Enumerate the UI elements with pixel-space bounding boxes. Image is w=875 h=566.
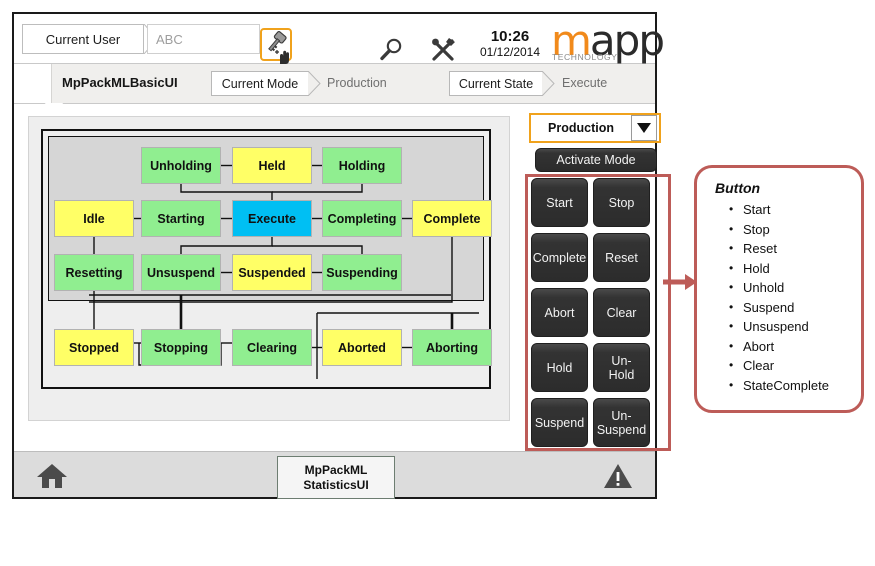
hmi-window: Current User ABC 10:26 01/12/2014 mapp T… — [12, 12, 671, 499]
callout-item: Abort — [729, 337, 829, 357]
state-box-aborting: Aborting — [412, 329, 492, 366]
command-button-start[interactable]: Start — [531, 178, 588, 227]
command-button-un-suspend[interactable]: Un- Suspend — [593, 398, 650, 447]
callout-item: StateComplete — [729, 376, 829, 396]
state-box-stopped: Stopped — [54, 329, 134, 366]
command-panel: Production Activate Mode Start Stop Comple… — [523, 106, 671, 451]
breadcrumb-tab-left — [14, 64, 52, 103]
callout-item: Unhold — [729, 278, 829, 298]
clock: 10:26 01/12/2014 — [472, 28, 548, 60]
clock-date: 01/12/2014 — [479, 45, 541, 59]
callout-item: Hold — [729, 259, 829, 279]
mppackml-statistics-button[interactable]: MpPackML StatisticsUI — [277, 456, 395, 499]
command-button-clear[interactable]: Clear — [593, 288, 650, 337]
breadcrumb-current-state-label[interactable]: Current State — [449, 71, 543, 96]
state-box-stopping: Stopping — [141, 329, 221, 366]
command-button-reset[interactable]: Reset — [593, 233, 650, 282]
state-box-suspending: Suspending — [322, 254, 402, 291]
chevron-down-icon[interactable] — [631, 115, 657, 141]
key-button[interactable] — [260, 28, 292, 64]
content-area: Unholding Held Holding Idle Starting Execute C… — [14, 104, 671, 455]
state-box-complete: Complete — [412, 200, 492, 237]
home-icon[interactable] — [36, 462, 68, 490]
mode-select-dropdown[interactable]: Production — [529, 113, 661, 143]
state-box-aborted: Aborted — [322, 329, 402, 366]
current-user-value[interactable]: ABC — [147, 24, 260, 54]
callout-title: Button — [715, 180, 761, 196]
callout-item: Start — [729, 200, 829, 220]
state-box-unholding: Unholding — [141, 147, 221, 184]
breadcrumb: MpPackMLBasicUI Current Mode Production … — [14, 64, 655, 114]
stats-button-line1: MpPackML — [304, 462, 368, 477]
callout-list: StartStopResetHoldUnholdSuspendUnsuspend… — [697, 200, 829, 395]
command-button-complete[interactable]: Complete — [531, 233, 588, 282]
breadcrumb-current-mode-value: Production — [327, 76, 387, 90]
mapp-logo: mapp TECHNOLOGY — [551, 20, 665, 64]
state-box-held: Held — [232, 147, 312, 184]
clock-time: 10:26 — [490, 28, 530, 45]
callout-item: Stop — [729, 220, 829, 240]
state-box-suspended: Suspended — [232, 254, 312, 291]
tools-icon[interactable] — [428, 36, 458, 64]
command-button-hold[interactable]: Hold — [531, 343, 588, 392]
state-box-holding: Holding — [322, 147, 402, 184]
state-box-unsuspend: Unsuspend — [141, 254, 221, 291]
breadcrumb-state-chevron-icon — [542, 71, 555, 96]
callout-item: Clear — [729, 356, 829, 376]
page-title: MpPackMLBasicUI — [62, 75, 178, 90]
current-user-label: Current User — [22, 24, 144, 54]
header-bar: Current User ABC 10:26 01/12/2014 mapp T… — [14, 14, 665, 64]
state-box-starting: Starting — [141, 200, 221, 237]
breadcrumb-current-state-value: Execute — [562, 76, 608, 90]
command-button-un-hold[interactable]: Un- Hold — [593, 343, 650, 392]
activate-mode-button[interactable]: Activate Mode — [535, 148, 657, 172]
callout-item: Suspend — [729, 298, 829, 318]
state-box-execute: Execute — [232, 200, 312, 237]
command-button-abort[interactable]: Abort — [531, 288, 588, 337]
state-box-completing: Completing — [322, 200, 402, 237]
callout-item: Reset — [729, 239, 829, 259]
breadcrumb-mode-chevron-icon — [308, 71, 321, 96]
screenshot-root: Current User ABC 10:26 01/12/2014 mapp T… — [0, 0, 875, 566]
mode-select-value: Production — [548, 121, 614, 135]
logo-tagline: TECHNOLOGY — [552, 52, 618, 62]
warning-triangle-icon[interactable] — [603, 462, 633, 490]
state-box-idle: Idle — [54, 200, 134, 237]
state-box-resetting: Resetting — [54, 254, 134, 291]
state-machine-diagram: Unholding Held Holding Idle Starting Execute C… — [28, 116, 510, 421]
breadcrumb-current-mode-label[interactable]: Current Mode — [211, 71, 309, 96]
command-button-stop[interactable]: Stop — [593, 178, 650, 227]
command-button-suspend[interactable]: Suspend — [531, 398, 588, 447]
footer-bar: MpPackML StatisticsUI — [14, 451, 655, 499]
search-icon[interactable] — [376, 36, 406, 64]
stats-button-line2: StatisticsUI — [303, 477, 369, 492]
callout-item: Unsuspend — [729, 317, 829, 337]
state-box-clearing: Clearing — [232, 329, 312, 366]
callout-box: Button StartStopResetHoldUnholdSuspendUn… — [694, 165, 864, 413]
